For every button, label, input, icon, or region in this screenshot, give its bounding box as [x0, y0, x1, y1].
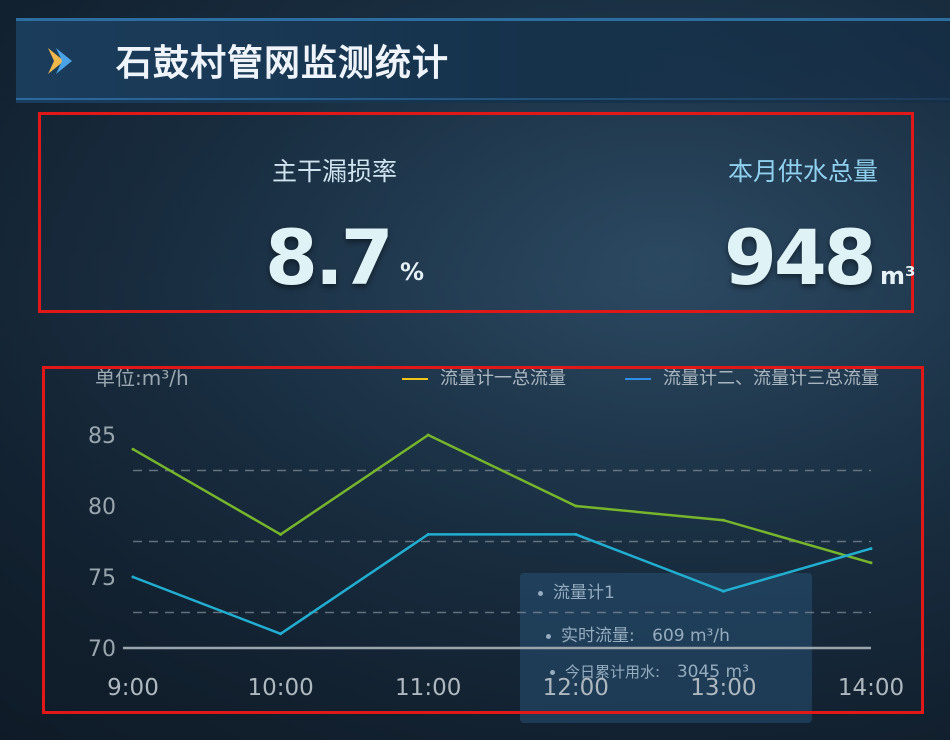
chart-highlight-box — [42, 366, 924, 714]
